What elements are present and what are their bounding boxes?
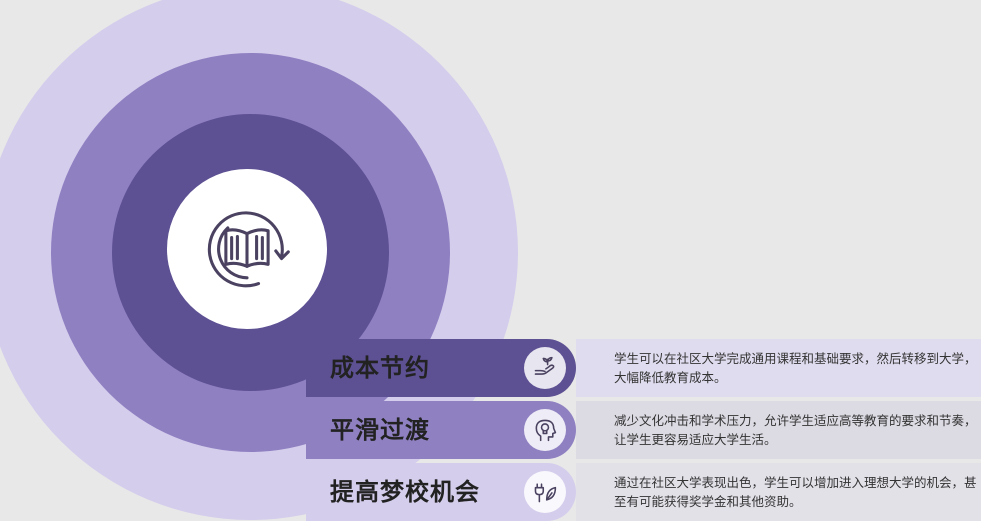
item-band-1: 成本节约 bbox=[306, 339, 576, 397]
plug-leaf-icon bbox=[524, 471, 566, 513]
item-description-3: 通过在社区大学表现出色，学生可以增加进入理想大学的机会，甚至有可能获得奖学金和其… bbox=[614, 475, 977, 509]
item-band-2: 平滑过渡 bbox=[306, 401, 576, 459]
center-circle bbox=[167, 169, 327, 329]
head-lightbulb-icon bbox=[524, 409, 566, 451]
item-description-box-2: 减少文化冲击和学术压力，允许学生适应高等教育的要求和节奏，让学生更容易适应大学生… bbox=[576, 401, 981, 459]
item-title-1: 成本节约 bbox=[330, 354, 430, 382]
book-cycle-icon bbox=[207, 211, 290, 288]
item-band-3: 提高梦校机会 bbox=[306, 463, 576, 521]
item-title-2: 平滑过渡 bbox=[330, 416, 430, 444]
item-description-box-1: 学生可以在社区大学完成通用课程和基础要求，然后转移到大学，大幅降低教育成本。 bbox=[576, 339, 981, 397]
item-title-3: 提高梦校机会 bbox=[330, 478, 480, 506]
hand-plant-icon bbox=[524, 347, 566, 389]
item-description-box-3: 通过在社区大学表现出色，学生可以增加进入理想大学的机会，甚至有可能获得奖学金和其… bbox=[576, 463, 981, 521]
item-description-2: 减少文化冲击和学术压力，允许学生适应高等教育的要求和节奏，让学生更容易适应大学生… bbox=[614, 413, 977, 447]
item-description-1: 学生可以在社区大学完成通用课程和基础要求，然后转移到大学，大幅降低教育成本。 bbox=[614, 351, 977, 385]
